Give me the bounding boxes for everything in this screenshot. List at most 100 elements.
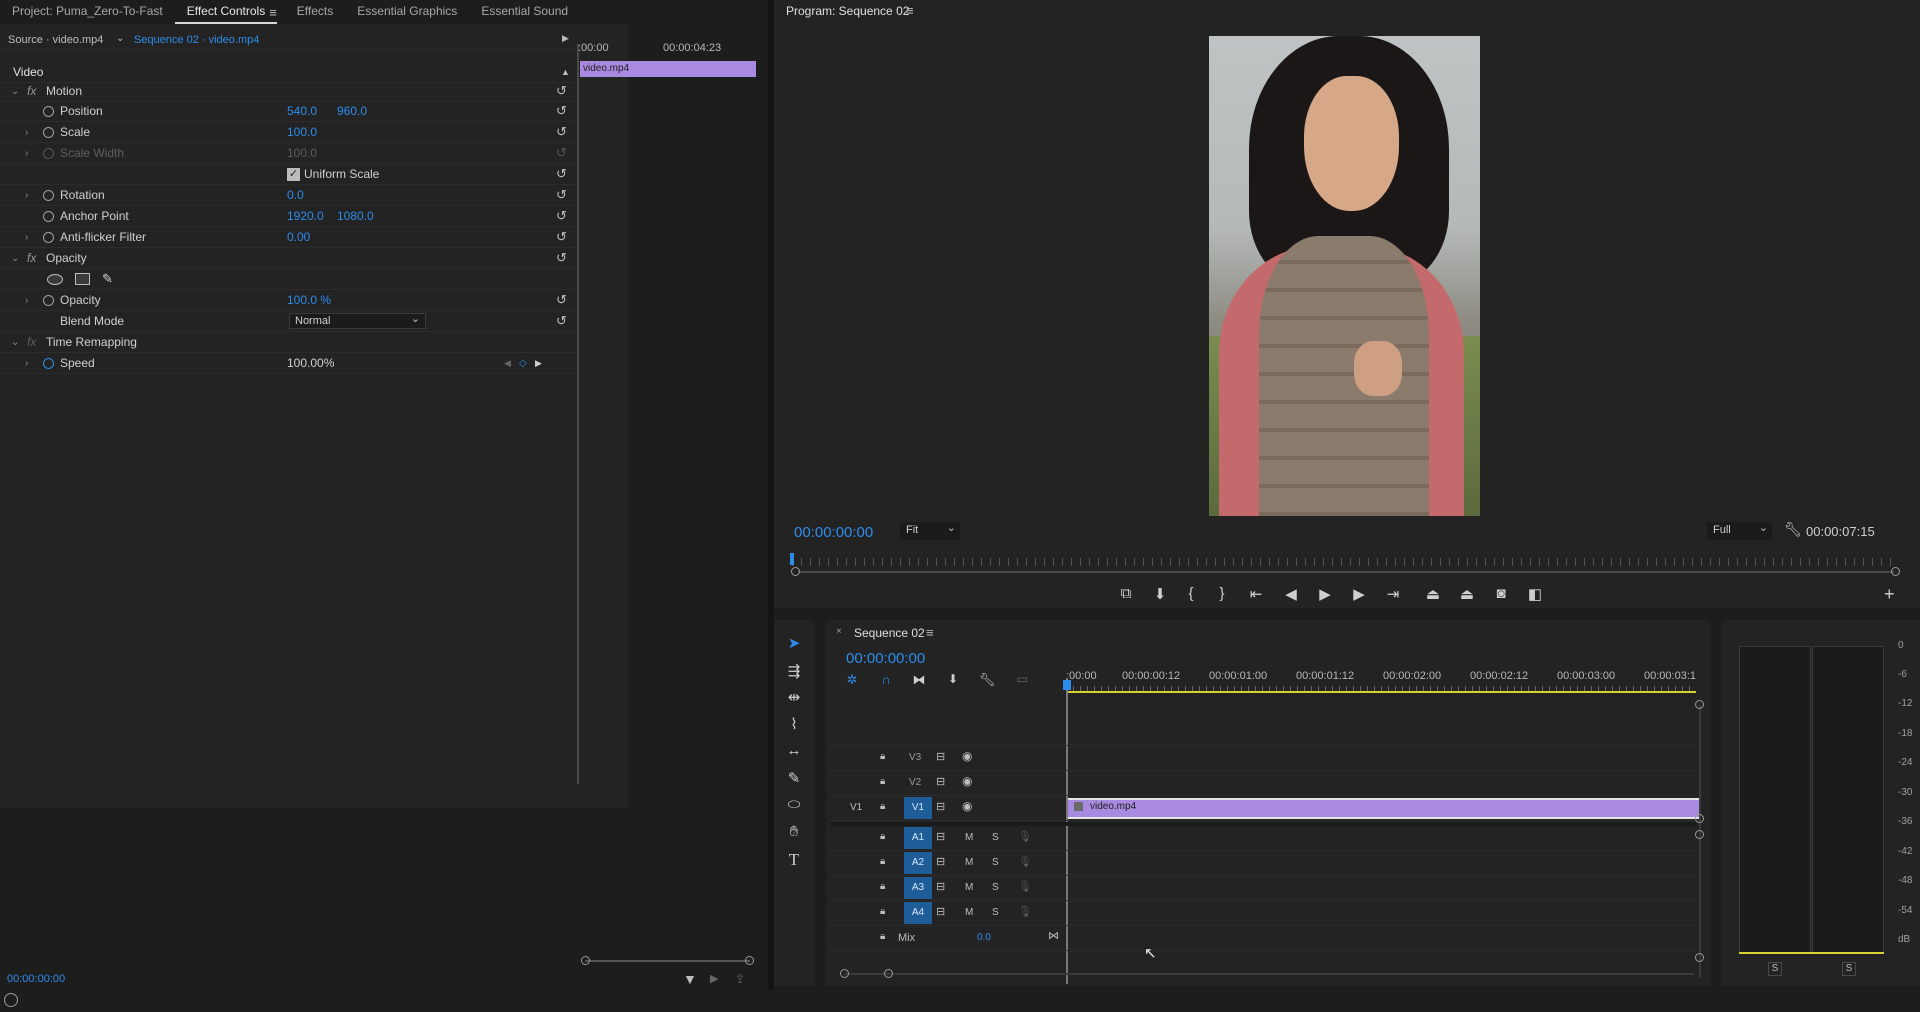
lock-icon[interactable]: 🔒︎ bbox=[880, 931, 885, 942]
ellipse-tool-icon[interactable]: ⬭ bbox=[782, 796, 806, 813]
prev-keyframe-icon[interactable]: ◀ bbox=[504, 358, 511, 369]
slip-tool-icon[interactable]: ↔ bbox=[782, 742, 806, 759]
sync-lock-icon[interactable]: ⊟ bbox=[936, 905, 945, 918]
sync-lock-icon[interactable]: ⊟ bbox=[936, 880, 945, 893]
type-tool-icon[interactable]: T bbox=[782, 850, 806, 870]
fit-select[interactable]: Fit ⌄ bbox=[900, 522, 960, 540]
chevron-down-icon[interactable]: ⌄ bbox=[11, 337, 19, 348]
eye-icon[interactable]: ◉ bbox=[962, 774, 972, 788]
razor-tool-icon[interactable]: ⌇ bbox=[782, 715, 806, 733]
linked-selection-icon[interactable]: ⧓ bbox=[907, 672, 931, 688]
source-label[interactable]: Source · video.mp4 bbox=[8, 34, 103, 46]
mute-button[interactable]: M bbox=[965, 857, 973, 868]
v-scroll-handle[interactable] bbox=[1695, 953, 1704, 962]
fx-icon[interactable]: fx bbox=[27, 251, 36, 265]
compare-icon[interactable]: ◧ bbox=[1523, 585, 1547, 603]
lock-icon[interactable]: 🔒︎ bbox=[880, 906, 885, 917]
program-timecode[interactable]: 00:00:00:00 bbox=[794, 524, 873, 541]
go-to-in-icon[interactable]: ⇤ bbox=[1244, 585, 1268, 603]
sync-lock-icon[interactable]: ⊟ bbox=[936, 775, 945, 788]
timeline-clip[interactable]: video.mp4 bbox=[1068, 798, 1700, 819]
pen-mask-icon[interactable]: ✎ bbox=[102, 271, 113, 287]
scale-value[interactable]: 100.0 bbox=[287, 125, 317, 139]
ec-zoom-scrollbar[interactable] bbox=[585, 960, 750, 962]
eye-icon[interactable]: ◉ bbox=[962, 749, 972, 763]
v-scroll-handle[interactable] bbox=[1695, 814, 1704, 823]
panel-menu-icon[interactable]: ≡ bbox=[926, 625, 934, 640]
wrench-icon[interactable]: 🔧︎ bbox=[1784, 521, 1802, 538]
go-to-out-icon[interactable]: ⇥ bbox=[1381, 585, 1405, 603]
stopwatch-icon[interactable] bbox=[43, 357, 54, 369]
tab-essential-sound[interactable]: Essential Sound bbox=[469, 0, 580, 24]
tab-effects[interactable]: Effects bbox=[285, 0, 345, 24]
position-x-value[interactable]: 540.0 bbox=[287, 104, 317, 118]
reset-icon[interactable]: ↺ bbox=[556, 250, 567, 266]
track-target-a4[interactable]: A4 bbox=[904, 902, 932, 924]
next-keyframe-icon[interactable]: ▶ bbox=[535, 358, 542, 369]
track-target-a2[interactable]: A2 bbox=[904, 852, 932, 874]
sync-lock-icon[interactable]: ⊟ bbox=[936, 830, 945, 843]
reset-icon[interactable]: ↺ bbox=[556, 229, 567, 245]
reset-icon[interactable]: ↺ bbox=[556, 187, 567, 203]
eye-icon[interactable]: ◉ bbox=[962, 799, 972, 813]
sequence-clip-label[interactable]: Sequence 02 · video.mp4 bbox=[134, 34, 259, 46]
source-patch-label[interactable]: V1 bbox=[850, 802, 862, 813]
timeline-playhead-head[interactable] bbox=[1063, 680, 1071, 690]
opacity-section-row[interactable]: ⌄ fx Opacity ↺ bbox=[0, 248, 575, 269]
extract-icon[interactable]: ⏏︎ bbox=[1455, 585, 1479, 603]
camera-icon[interactable]: ◙ bbox=[1489, 585, 1513, 602]
sync-lock-icon[interactable]: ⊟ bbox=[936, 750, 945, 763]
blend-mode-select[interactable]: Normal ⌄ bbox=[289, 313, 426, 329]
scroll-up-icon[interactable]: ▲ bbox=[561, 67, 570, 77]
opacity-value[interactable]: 100.0 % bbox=[287, 293, 331, 307]
status-indicator-icon[interactable] bbox=[4, 993, 18, 1007]
lock-icon[interactable]: 🔒︎ bbox=[880, 776, 885, 787]
chevron-down-icon[interactable]: ⌄ bbox=[11, 253, 19, 264]
solo-button[interactable]: S bbox=[992, 907, 999, 918]
export-icon[interactable]: ⇪ bbox=[735, 972, 745, 986]
reset-icon[interactable]: ↺ bbox=[556, 83, 567, 99]
lock-icon[interactable]: 🔒︎ bbox=[880, 751, 885, 762]
mix-panner-icon[interactable]: ⋈ bbox=[1048, 929, 1059, 942]
panel-menu-icon[interactable]: ≡ bbox=[906, 3, 914, 18]
video-frame[interactable] bbox=[1209, 36, 1480, 516]
reset-icon[interactable]: ↺ bbox=[556, 103, 567, 119]
panel-menu-icon[interactable]: ≡ bbox=[269, 5, 277, 20]
lock-icon[interactable]: 🔒︎ bbox=[880, 801, 885, 812]
reset-icon[interactable]: ↺ bbox=[556, 208, 567, 224]
lock-icon[interactable]: 🔒︎ bbox=[880, 881, 885, 892]
chevron-right-icon[interactable]: › bbox=[25, 148, 28, 159]
track-select-tool-icon[interactable]: ⇶ bbox=[782, 662, 806, 680]
close-icon[interactable]: × bbox=[836, 626, 842, 637]
mute-button[interactable]: M bbox=[965, 882, 973, 893]
reset-icon[interactable]: ↺ bbox=[556, 313, 567, 329]
sync-lock-icon[interactable]: ⊟ bbox=[936, 800, 945, 813]
lock-icon[interactable]: 🔒︎ bbox=[880, 831, 885, 842]
time-remapping-row[interactable]: ⌄ fx Time Remapping bbox=[0, 332, 575, 353]
timeline-ruler[interactable]: :00:00 00:00:00:12 00:00:01:00 00:00:01:… bbox=[1066, 664, 1696, 694]
toggle-proxy-icon[interactable]: ⧉ bbox=[1114, 585, 1138, 602]
lift-icon[interactable]: ⏏︎ bbox=[1421, 585, 1445, 603]
stopwatch-icon[interactable] bbox=[43, 189, 54, 201]
stopwatch-icon[interactable] bbox=[43, 294, 54, 306]
timeline-settings-icon[interactable]: 🔧︎ bbox=[975, 672, 999, 688]
reset-icon[interactable]: ↺ bbox=[556, 166, 567, 182]
solo-left-button[interactable]: S bbox=[1768, 962, 1782, 976]
sync-lock-icon[interactable]: ⊟ bbox=[936, 855, 945, 868]
solo-button[interactable]: S bbox=[992, 857, 999, 868]
anchor-y-value[interactable]: 1080.0 bbox=[337, 209, 374, 223]
ec-clip-bar[interactable]: video.mp4 bbox=[580, 61, 756, 77]
microphone-icon[interactable]: 🎙︎ bbox=[1018, 905, 1032, 918]
microphone-icon[interactable]: 🎙︎ bbox=[1018, 830, 1032, 843]
track-target-a3[interactable]: A3 bbox=[904, 877, 932, 899]
fx-icon[interactable]: fx bbox=[27, 84, 36, 98]
timeline-h-scroll[interactable] bbox=[844, 973, 1694, 975]
program-time-ruler[interactable] bbox=[792, 558, 1896, 566]
position-y-value[interactable]: 960.0 bbox=[337, 104, 367, 118]
anchor-x-value[interactable]: 1920.0 bbox=[287, 209, 324, 223]
chevron-right-icon[interactable]: › bbox=[25, 232, 28, 243]
tab-project[interactable]: Project: Puma_Zero-To-Fast bbox=[0, 0, 175, 24]
add-marker-icon[interactable]: ⬇︎ bbox=[941, 672, 965, 686]
track-target-a1[interactable]: A1 bbox=[904, 827, 932, 849]
selection-tool-icon[interactable]: ➤ bbox=[782, 634, 806, 652]
